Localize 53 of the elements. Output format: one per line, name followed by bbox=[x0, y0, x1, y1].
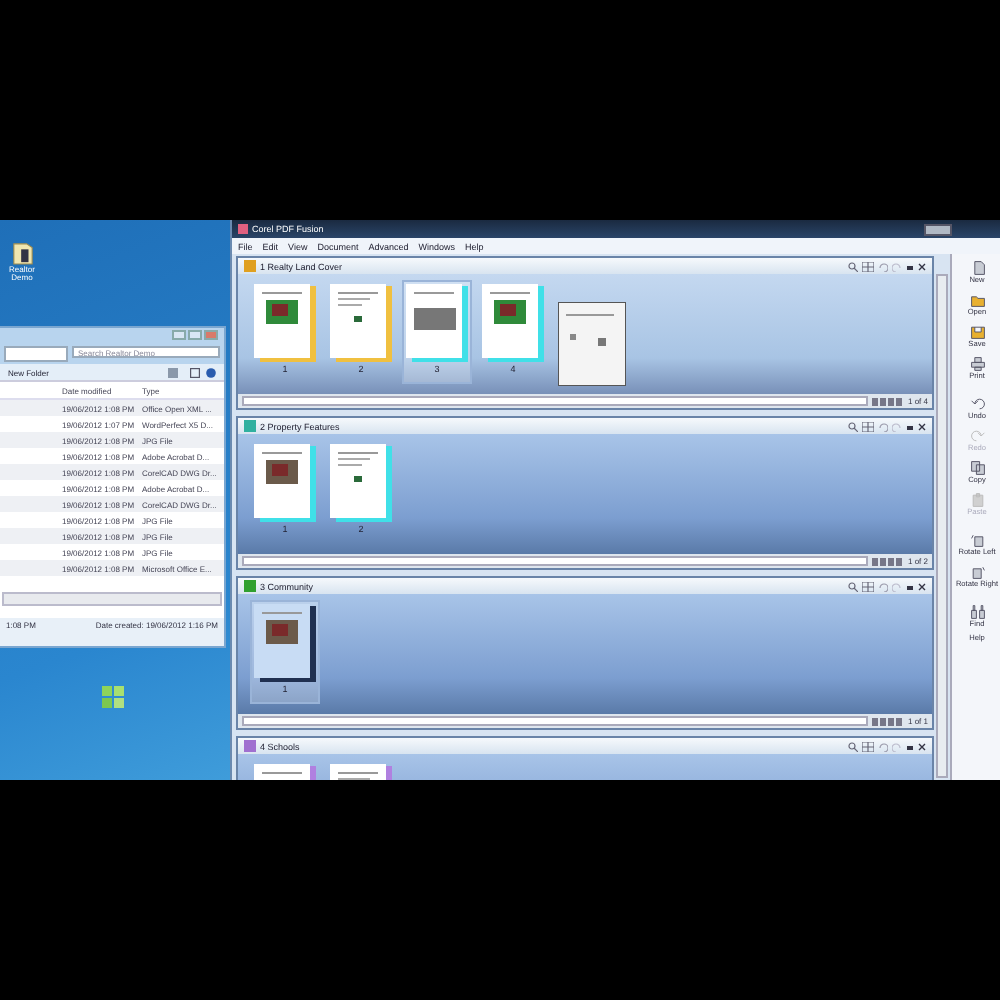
grid-icon[interactable] bbox=[862, 261, 874, 271]
page-drawing bbox=[482, 284, 544, 362]
zoom-icon[interactable] bbox=[848, 741, 858, 751]
rotate-left-icon bbox=[969, 532, 985, 548]
page-drawing bbox=[406, 284, 468, 362]
undo-icon[interactable] bbox=[878, 581, 888, 591]
close-icon[interactable] bbox=[918, 261, 926, 271]
save-icon bbox=[969, 324, 985, 340]
undo-icon bbox=[969, 396, 985, 412]
folder-icon bbox=[969, 292, 985, 308]
page-drawing bbox=[254, 284, 316, 362]
undo-icon[interactable] bbox=[878, 741, 888, 751]
windows-logo-drawing bbox=[100, 684, 128, 712]
vertical-scrollbar[interactable] bbox=[936, 274, 948, 778]
page-drawing bbox=[254, 444, 316, 522]
help-icon[interactable] bbox=[206, 367, 216, 377]
page-drawing bbox=[330, 284, 392, 362]
grid-icon[interactable] bbox=[862, 581, 874, 591]
horizontal-scrollbar[interactable] bbox=[242, 716, 868, 726]
zoom-icon[interactable] bbox=[848, 421, 858, 431]
maximize-button[interactable] bbox=[188, 330, 202, 340]
page-drawing bbox=[254, 604, 316, 682]
folder-icon[interactable] bbox=[11, 240, 33, 266]
app-icon bbox=[238, 224, 248, 234]
new-page-icon bbox=[969, 260, 985, 276]
window-button[interactable] bbox=[924, 223, 952, 235]
zoom-icon[interactable] bbox=[848, 261, 858, 271]
binoculars-icon bbox=[969, 604, 985, 620]
view-icon[interactable] bbox=[168, 367, 184, 377]
rotate-right-icon bbox=[969, 564, 985, 580]
page-navigation-icon[interactable] bbox=[871, 557, 904, 565]
redo-icon bbox=[969, 428, 985, 444]
horizontal-scrollbar[interactable] bbox=[2, 592, 222, 606]
minimize-button[interactable] bbox=[172, 330, 186, 340]
close-icon[interactable] bbox=[918, 581, 926, 591]
horizontal-scrollbar[interactable] bbox=[242, 396, 868, 406]
undo-icon[interactable] bbox=[878, 421, 888, 431]
page-navigation-icon[interactable] bbox=[871, 717, 904, 725]
printer-icon bbox=[969, 356, 985, 372]
pane-icon[interactable] bbox=[190, 367, 200, 377]
copy-icon bbox=[969, 460, 985, 476]
undo-icon[interactable] bbox=[878, 261, 888, 271]
page-navigation-icon[interactable] bbox=[871, 397, 904, 405]
close-icon[interactable] bbox=[918, 421, 926, 431]
zoom-icon[interactable] bbox=[848, 581, 858, 591]
grid-icon[interactable] bbox=[862, 741, 874, 751]
drag-preview-page bbox=[558, 302, 626, 386]
paste-icon bbox=[969, 492, 985, 508]
address-bar[interactable] bbox=[4, 346, 68, 362]
horizontal-scrollbar[interactable] bbox=[242, 556, 868, 566]
close-icon[interactable] bbox=[918, 741, 926, 751]
grid-icon[interactable] bbox=[862, 421, 874, 431]
page-drawing bbox=[330, 444, 392, 522]
